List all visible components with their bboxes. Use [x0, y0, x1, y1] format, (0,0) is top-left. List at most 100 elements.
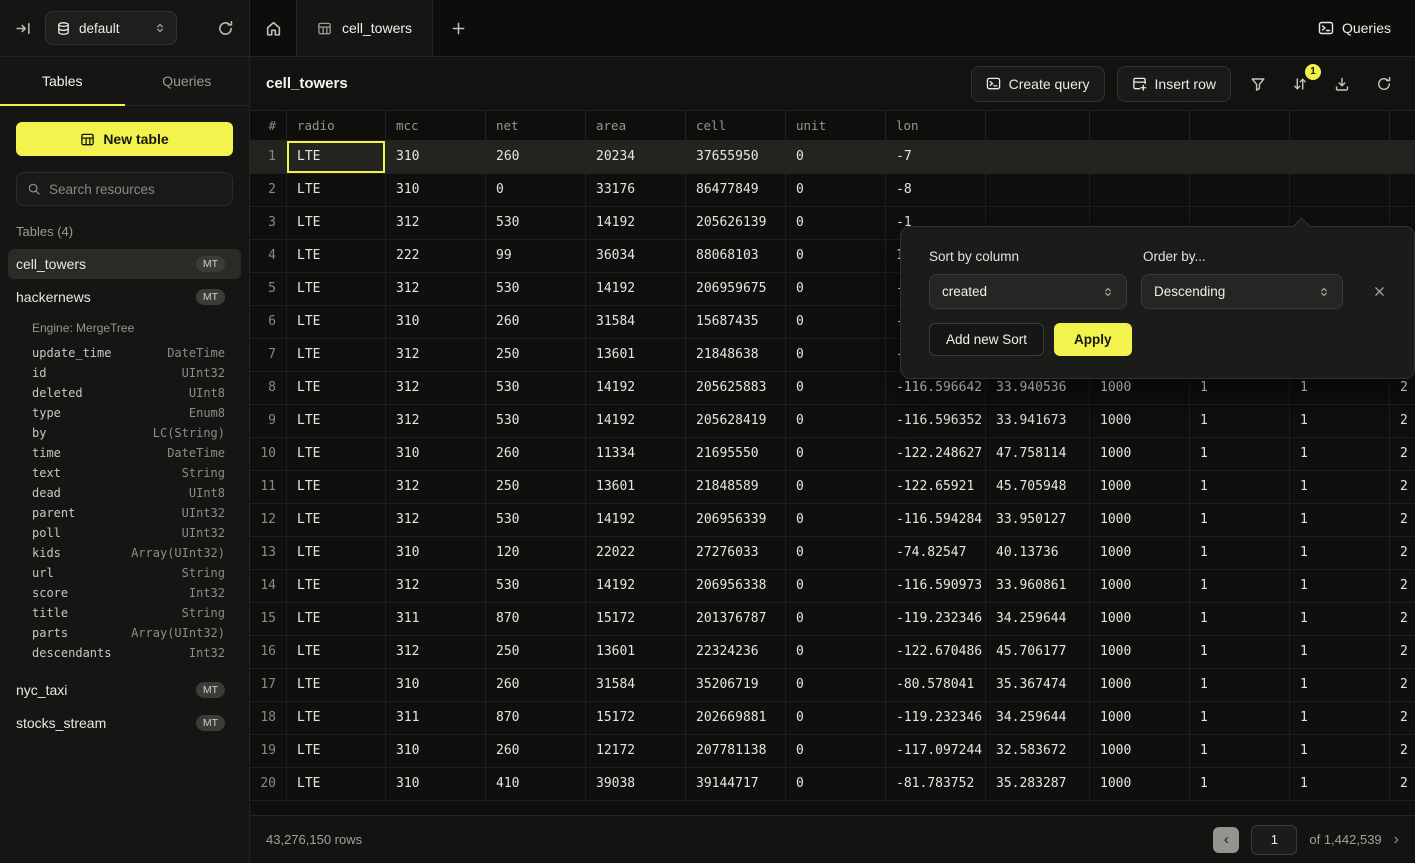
cell[interactable]: 11334: [586, 438, 686, 471]
table-row[interactable]: 14LTE312530141922069563380-116.59097333.…: [250, 570, 1415, 603]
cell[interactable]: 870: [486, 603, 586, 636]
row-number[interactable]: 9: [250, 405, 287, 438]
cell[interactable]: 45.705948: [986, 471, 1090, 504]
cell[interactable]: [986, 174, 1090, 207]
cell[interactable]: 0: [786, 570, 886, 603]
cell[interactable]: LTE: [287, 339, 386, 372]
sort-column-select[interactable]: created: [929, 274, 1127, 309]
cell[interactable]: 250: [486, 339, 586, 372]
column-header[interactable]: [1390, 111, 1415, 141]
cell[interactable]: 2: [1390, 669, 1415, 702]
insert-row-button[interactable]: Insert row: [1117, 66, 1231, 102]
table-row[interactable]: 19LTE310260121722077811380-117.09724432.…: [250, 735, 1415, 768]
row-number[interactable]: 18: [250, 702, 287, 735]
home-icon[interactable]: [250, 0, 296, 56]
cell[interactable]: 1000: [1090, 537, 1190, 570]
cell[interactable]: 21848589: [686, 471, 786, 504]
row-number[interactable]: 1: [250, 141, 287, 174]
cell[interactable]: 1000: [1090, 735, 1190, 768]
cell[interactable]: 312: [386, 372, 486, 405]
sidebar-tab-queries[interactable]: Queries: [125, 57, 250, 105]
cell[interactable]: 0: [786, 603, 886, 636]
cell[interactable]: -116.594284: [886, 504, 986, 537]
cell[interactable]: 20234: [586, 141, 686, 174]
cell[interactable]: -119.232346: [886, 702, 986, 735]
table-row[interactable]: 9LTE312530141922056284190-116.59635233.9…: [250, 405, 1415, 438]
cell[interactable]: 310: [386, 537, 486, 570]
cell[interactable]: 206956338: [686, 570, 786, 603]
next-page-button[interactable]: ›: [1394, 831, 1399, 849]
cell[interactable]: 1000: [1090, 405, 1190, 438]
queries-button[interactable]: Queries: [1318, 20, 1391, 36]
table-row[interactable]: 12LTE312530141922069563390-116.59428433.…: [250, 504, 1415, 537]
cell[interactable]: 530: [486, 372, 586, 405]
cell[interactable]: -81.783752: [886, 768, 986, 801]
cell[interactable]: 260: [486, 306, 586, 339]
cell[interactable]: 0: [786, 438, 886, 471]
add-tab-icon[interactable]: [433, 0, 483, 56]
cell[interactable]: 0: [786, 174, 886, 207]
row-number[interactable]: 7: [250, 339, 287, 372]
cell[interactable]: 207781138: [686, 735, 786, 768]
cell[interactable]: 1: [1190, 471, 1290, 504]
cell[interactable]: 1: [1190, 768, 1290, 801]
cell[interactable]: 99: [486, 240, 586, 273]
cell[interactable]: 2: [1390, 603, 1415, 636]
cell[interactable]: 1: [1290, 702, 1390, 735]
cell[interactable]: [1090, 141, 1190, 174]
cell[interactable]: 14192: [586, 504, 686, 537]
cell[interactable]: [1290, 174, 1390, 207]
cell[interactable]: 1000: [1090, 504, 1190, 537]
cell[interactable]: 0: [786, 240, 886, 273]
cell[interactable]: 33176: [586, 174, 686, 207]
row-number[interactable]: 2: [250, 174, 287, 207]
cell[interactable]: 22022: [586, 537, 686, 570]
new-table-button[interactable]: New table: [16, 122, 233, 156]
cell[interactable]: 260: [486, 735, 586, 768]
cell[interactable]: 1000: [1090, 636, 1190, 669]
cell[interactable]: -7: [886, 141, 986, 174]
column-header[interactable]: mcc: [386, 111, 486, 141]
cell[interactable]: LTE: [287, 570, 386, 603]
cell[interactable]: 206959675: [686, 273, 786, 306]
column-header[interactable]: lon: [886, 111, 986, 141]
page-number-input[interactable]: [1251, 825, 1297, 855]
cell[interactable]: LTE: [287, 504, 386, 537]
cell[interactable]: 37655950: [686, 141, 786, 174]
cell[interactable]: LTE: [287, 273, 386, 306]
cell[interactable]: 1: [1190, 570, 1290, 603]
cell[interactable]: 530: [486, 405, 586, 438]
column-header[interactable]: cell: [686, 111, 786, 141]
cell[interactable]: 310: [386, 735, 486, 768]
cell[interactable]: [986, 141, 1090, 174]
cell[interactable]: 201376787: [686, 603, 786, 636]
column-header[interactable]: [1090, 111, 1190, 141]
cell[interactable]: 2: [1390, 735, 1415, 768]
cell[interactable]: 1000: [1090, 603, 1190, 636]
cell[interactable]: 2: [1390, 504, 1415, 537]
cell[interactable]: 0: [786, 339, 886, 372]
row-number[interactable]: 11: [250, 471, 287, 504]
cell[interactable]: 0: [786, 636, 886, 669]
cell[interactable]: 1000: [1090, 669, 1190, 702]
row-number[interactable]: 4: [250, 240, 287, 273]
cell[interactable]: LTE: [287, 306, 386, 339]
cell[interactable]: 1: [1190, 537, 1290, 570]
cell[interactable]: LTE: [287, 702, 386, 735]
cell[interactable]: 250: [486, 636, 586, 669]
row-number[interactable]: 13: [250, 537, 287, 570]
row-number[interactable]: 6: [250, 306, 287, 339]
sidebar-tab-tables[interactable]: Tables: [0, 57, 125, 105]
row-number[interactable]: 19: [250, 735, 287, 768]
cell[interactable]: 34.259644: [986, 603, 1090, 636]
cell[interactable]: LTE: [287, 471, 386, 504]
cell[interactable]: 15687435: [686, 306, 786, 339]
cell[interactable]: 2: [1390, 702, 1415, 735]
cell[interactable]: 40.13736: [986, 537, 1090, 570]
cell[interactable]: 1: [1290, 570, 1390, 603]
cell[interactable]: 250: [486, 471, 586, 504]
cell[interactable]: LTE: [287, 768, 386, 801]
cell[interactable]: 31584: [586, 669, 686, 702]
cell[interactable]: 0: [786, 471, 886, 504]
cell[interactable]: 312: [386, 570, 486, 603]
